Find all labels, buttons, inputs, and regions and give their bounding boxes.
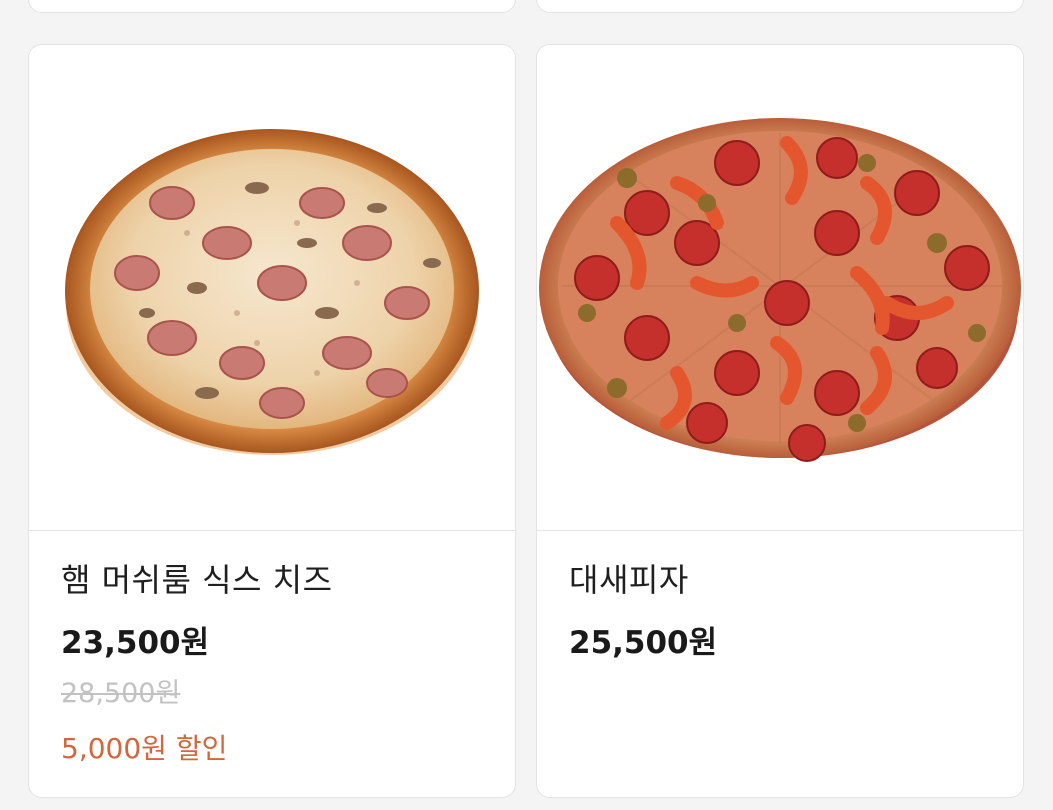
product-name[interactable]: 햄 머쉬룸 식스 치즈 bbox=[61, 555, 333, 601]
ham-mushroom-pizza-image bbox=[65, 128, 479, 455]
product-name[interactable]: 대새피자 bbox=[569, 555, 689, 601]
discount-label: 5,000원 할인 bbox=[61, 732, 228, 765]
product-price: 23,500원 bbox=[61, 625, 210, 661]
shrimp-pepperoni-pizza-image bbox=[539, 117, 1021, 462]
original-price: 28,500원 bbox=[61, 678, 181, 709]
product-card-partial-right[interactable] bbox=[536, 0, 1024, 13]
product-image[interactable] bbox=[29, 45, 515, 531]
product-image[interactable] bbox=[537, 45, 1023, 531]
product-card-ham-mushroom[interactable]: 햄 머쉬룸 식스 치즈 23,500원 28,500원 5,000원 할인 bbox=[28, 44, 516, 798]
product-card-partial-left[interactable] bbox=[28, 0, 516, 13]
product-price: 25,500원 bbox=[569, 625, 718, 661]
product-card-daesae[interactable]: 대새피자 25,500원 bbox=[536, 44, 1024, 798]
